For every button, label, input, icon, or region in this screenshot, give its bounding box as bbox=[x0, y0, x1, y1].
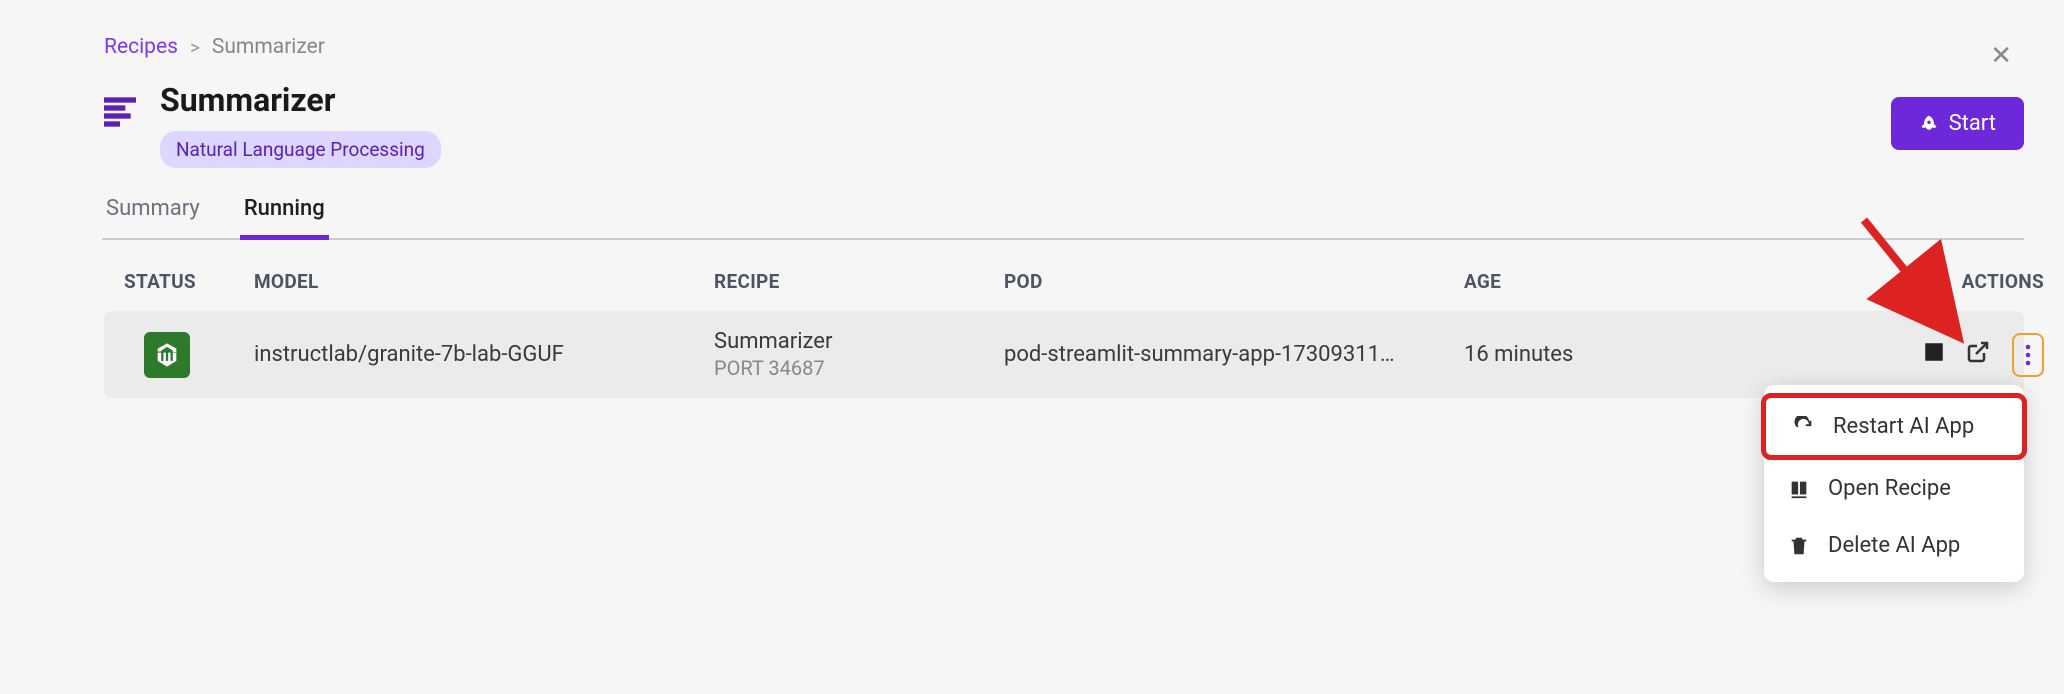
col-model: MODEL bbox=[254, 270, 714, 293]
menu-delete-label: Delete AI App bbox=[1828, 533, 1960, 558]
kebab-menu-button[interactable] bbox=[2012, 333, 2044, 377]
rocket-icon bbox=[1919, 114, 1939, 134]
trash-icon bbox=[1788, 535, 1810, 557]
close-icon[interactable]: ✕ bbox=[1990, 41, 2012, 71]
cell-age: 16 minutes bbox=[1464, 342, 1864, 367]
cell-recipe-name: Summarizer bbox=[714, 329, 1004, 354]
book-icon bbox=[1788, 478, 1810, 500]
col-pod: POD bbox=[1004, 270, 1464, 293]
menu-restart-label: Restart AI App bbox=[1833, 414, 1974, 439]
col-age: AGE bbox=[1464, 270, 1864, 293]
breadcrumb-parent[interactable]: Recipes bbox=[104, 35, 178, 59]
restart-icon bbox=[1793, 416, 1815, 438]
annotation-arrow bbox=[1854, 210, 1974, 350]
table-row: instructlab/granite-7b-lab-GGUF Summariz… bbox=[104, 311, 2024, 398]
col-recipe: RECIPE bbox=[714, 270, 1004, 293]
cell-pod: pod-streamlit-summary-app-17309311… bbox=[1004, 342, 1464, 367]
category-tag: Natural Language Processing bbox=[160, 131, 441, 168]
menu-open-label: Open Recipe bbox=[1828, 476, 1951, 501]
breadcrumb: Recipes > Summarizer bbox=[104, 35, 2024, 59]
tab-running[interactable]: Running bbox=[240, 186, 329, 240]
status-running-icon bbox=[144, 332, 190, 378]
tabs: Summary Running bbox=[102, 186, 2024, 240]
menu-open-recipe[interactable]: Open Recipe bbox=[1764, 460, 2024, 517]
table-header: STATUS MODEL RECIPE POD AGE ACTIONS bbox=[104, 264, 2024, 299]
start-button[interactable]: Start bbox=[1891, 97, 2024, 150]
cell-recipe-port: PORT 34687 bbox=[714, 356, 1004, 380]
tab-summary[interactable]: Summary bbox=[102, 186, 204, 238]
menu-delete[interactable]: Delete AI App bbox=[1764, 517, 2024, 574]
start-button-label: Start bbox=[1949, 111, 1996, 136]
recipe-icon bbox=[104, 97, 136, 131]
col-status: STATUS bbox=[124, 270, 254, 293]
chevron-right-icon: > bbox=[190, 36, 200, 59]
breadcrumb-current: Summarizer bbox=[212, 35, 325, 59]
page-title: Summarizer bbox=[160, 81, 1867, 119]
menu-restart[interactable]: Restart AI App bbox=[1761, 393, 2027, 460]
cell-model: instructlab/granite-7b-lab-GGUF bbox=[254, 342, 714, 367]
actions-dropdown: Restart AI App Open Recipe Delete AI App bbox=[1764, 385, 2024, 582]
